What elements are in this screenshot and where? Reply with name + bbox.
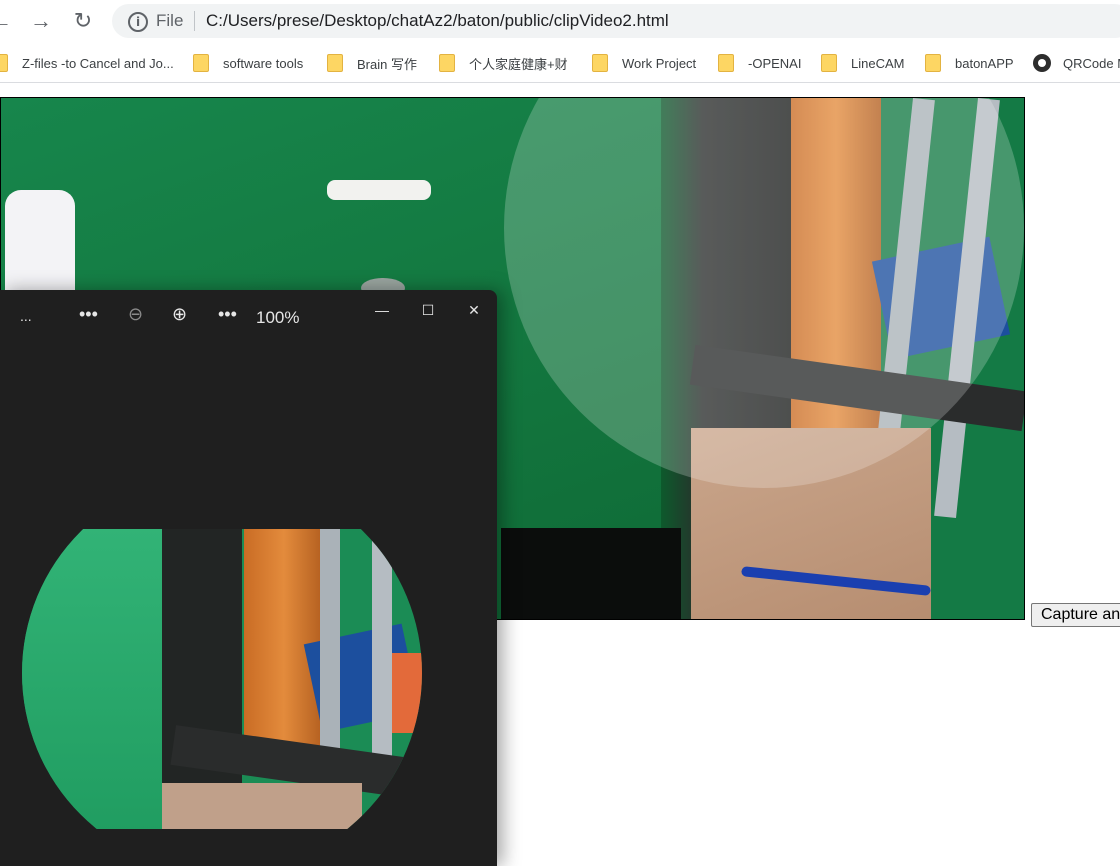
info-icon[interactable]: i xyxy=(128,12,148,32)
captured-image xyxy=(22,529,422,829)
url-text[interactable]: C:/Users/prese/Desktop/chatAz2/baton/pub… xyxy=(206,11,669,31)
bookmark-label: 个人家庭健康+财 xyxy=(469,56,568,72)
omnibox-divider xyxy=(194,11,195,31)
bookmark-label: LineCAM xyxy=(851,55,905,71)
bookmark-z-files[interactable]: Z-files -to Cancel and Jo... xyxy=(0,52,174,74)
reload-icon[interactable]: ↻ xyxy=(68,6,98,36)
close-icon[interactable]: ✕ xyxy=(454,296,494,324)
maximize-icon[interactable]: ☐ xyxy=(408,296,448,324)
bookmark-batonapp[interactable]: batonAPP xyxy=(925,52,1014,74)
video-dark-area xyxy=(501,528,681,619)
bookmarks-bar: Z-files -to Cancel and Jo... software to… xyxy=(0,44,1120,83)
capture-button[interactable]: Capture an xyxy=(1031,603,1120,627)
folder-icon xyxy=(0,54,8,72)
folder-icon xyxy=(439,54,455,72)
bookmark-label: -OPENAI xyxy=(748,55,802,71)
bookmark-software-tools[interactable]: software tools xyxy=(193,52,303,74)
folder-icon xyxy=(821,54,837,72)
folder-icon xyxy=(925,54,941,72)
image-wood-shelf xyxy=(244,529,324,753)
bookmark-label: Work Project xyxy=(622,55,697,71)
bookmark-label: Brain 写作 xyxy=(357,56,417,72)
image-paper-bag xyxy=(162,783,362,829)
bookmark-label: Z-files -to Cancel and Jo... xyxy=(22,55,174,71)
image-rail xyxy=(372,529,392,773)
folder-icon xyxy=(327,54,343,72)
folder-icon xyxy=(193,54,209,72)
zoom-in-icon[interactable]: ⊕ xyxy=(172,304,187,325)
image-green-wall xyxy=(22,529,162,829)
bookmark-label: batonAPP xyxy=(955,55,1014,71)
qrcode-icon xyxy=(1033,54,1051,72)
browser-toolbar: ← → ↻ i File C:/Users/prese/Desktop/chat… xyxy=(0,0,1120,44)
more-options-icon[interactable]: ••• xyxy=(218,304,237,325)
menu-ellipsis[interactable]: ... xyxy=(20,308,32,324)
bookmark-family-health[interactable]: 个人家庭健康+财 xyxy=(439,52,568,74)
more-options-icon[interactable]: ••• xyxy=(79,304,98,325)
image-orange-object xyxy=(392,653,422,733)
folder-icon xyxy=(592,54,608,72)
bookmark-qrcode[interactable]: QRCode M xyxy=(1033,52,1120,74)
captured-circle xyxy=(22,529,422,829)
folder-icon xyxy=(718,54,734,72)
bookmark-brain[interactable]: Brain 写作 xyxy=(327,52,417,74)
bookmark-linecam[interactable]: LineCAM xyxy=(821,52,904,74)
image-viewer-window: ... ••• ⊖ ⊕ ••• 100% — ☐ ✕ xyxy=(0,290,497,866)
minimize-icon[interactable]: — xyxy=(362,296,402,324)
zoom-level: 100% xyxy=(256,308,300,327)
bookmark-work-project[interactable]: Work Project xyxy=(592,52,696,74)
bookmark-label: QRCode M xyxy=(1063,55,1120,71)
scheme-label: File xyxy=(156,11,184,30)
address-bar[interactable]: i File C:/Users/prese/Desktop/chatAz2/ba… xyxy=(112,4,1120,38)
zoom-out-icon[interactable]: ⊖ xyxy=(128,304,143,325)
back-arrow-icon[interactable]: ← xyxy=(0,6,16,36)
bookmark-label: software tools xyxy=(223,55,304,71)
forward-arrow-icon[interactable]: → xyxy=(26,6,56,36)
bookmark-openai[interactable]: -OPENAI xyxy=(718,52,801,74)
video-usb-stick xyxy=(327,180,431,200)
video-bottle xyxy=(5,190,75,305)
image-rail xyxy=(320,529,340,773)
